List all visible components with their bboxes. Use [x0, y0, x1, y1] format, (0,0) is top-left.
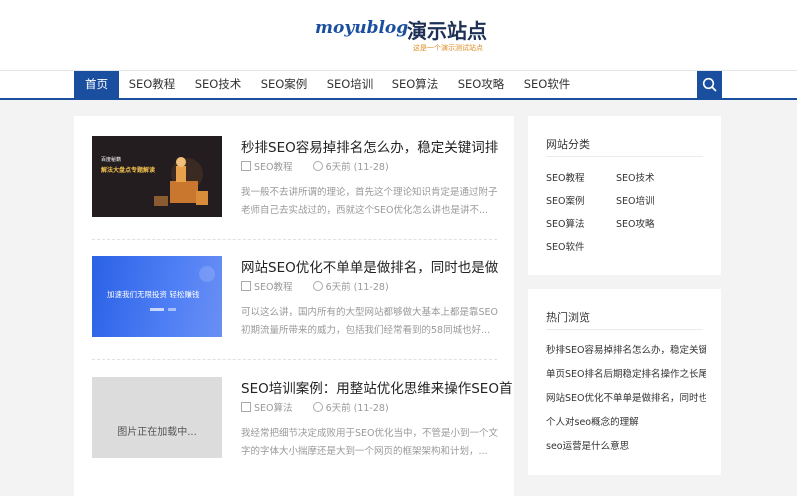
- folder-icon: [241, 281, 251, 291]
- post-title[interactable]: 网站SEO优化不单单是做排名，同时也是做: [241, 256, 498, 276]
- category-link[interactable]: SEO教程: [546, 170, 585, 184]
- post-thumbnail[interactable]: 百度秘籍 解法大盘点专题解读: [92, 136, 222, 217]
- category-link[interactable]: SEO攻略: [616, 216, 655, 230]
- logo-subtitle: 这是一个演示测试站点: [413, 44, 483, 52]
- nav-item-seo-tech[interactable]: SEO技术: [192, 71, 244, 98]
- category-widget: 网站分类 SEO教程 SEO技术 SEO案例 SEO培训 SEO算法 SEO攻略…: [528, 116, 721, 275]
- clock-icon: [312, 281, 323, 291]
- nav-item-seo-guide[interactable]: SEO攻略: [455, 71, 507, 98]
- widget-title: 热门浏览: [546, 311, 590, 324]
- nav-item-seo-software[interactable]: SEO软件: [521, 71, 573, 98]
- folder-icon: [241, 402, 251, 412]
- post-item: 百度秘籍 解法大盘点专题解读 秒排SEO容易掉排名怎么办，稳定关键词排 SEO教…: [92, 136, 498, 240]
- hot-post-link[interactable]: seo运营是什么意思: [546, 438, 706, 452]
- clock-icon: [312, 402, 323, 412]
- search-button[interactable]: [697, 71, 722, 98]
- nav-item-seo-case[interactable]: SEO案例: [258, 71, 310, 98]
- post-meta: SEO教程 6天前 (11-28): [241, 159, 389, 173]
- hot-posts-widget: 热门浏览 秒排SEO容易掉排名怎么办，稳定关键 单页SEO排名后期稳定排名操作之…: [528, 289, 721, 475]
- post-meta: SEO算法 6天前 (11-28): [241, 400, 389, 414]
- post-item: 加速我们无限投资 轻松赚钱 网站SEO优化不单单是做排名，同时也是做 SEO教程…: [92, 256, 499, 360]
- hot-post-link[interactable]: 单页SEO排名后期稳定排名操作之长尾: [546, 366, 706, 380]
- thumbnail-caption-1: 百度秘籍: [101, 157, 122, 163]
- nav-item-seo-training[interactable]: SEO培训: [324, 71, 376, 98]
- post-category[interactable]: SEO教程: [254, 162, 293, 173]
- folder-icon: [241, 161, 251, 171]
- clock-icon: [312, 161, 323, 171]
- category-link[interactable]: SEO技术: [616, 170, 655, 184]
- category-link[interactable]: SEO算法: [546, 216, 585, 230]
- post-time: 6天前 (11-28): [325, 403, 389, 414]
- hot-post-link[interactable]: 网站SEO优化不单单是做排名，同时也: [546, 390, 706, 404]
- thumbnail-illustration: [92, 136, 222, 217]
- post-excerpt: 可以这么讲，国内所有的大型网站都够做大基本上都是靠SEO初期流量所带来的威力，包…: [241, 307, 499, 336]
- post-category[interactable]: SEO教程: [254, 282, 293, 293]
- nav-item-home[interactable]: 首页: [74, 71, 119, 98]
- site-logo[interactable]: moyublog 演示站点 这是一个演示测试站点: [315, 18, 515, 58]
- hot-post-link[interactable]: 个人对seo概念的理解: [546, 414, 706, 428]
- post-time: 6天前 (11-28): [325, 162, 389, 173]
- post-list: 百度秘籍 解法大盘点专题解读 秒排SEO容易掉排名怎么办，稳定关键词排 SEO教…: [74, 116, 514, 496]
- category-link[interactable]: SEO案例: [546, 193, 585, 207]
- hot-post-link[interactable]: 秒排SEO容易掉排名怎么办，稳定关键: [546, 342, 706, 356]
- post-meta: SEO教程 6天前 (11-28): [241, 279, 389, 293]
- main-nav: 首页 SEO教程 SEO技术 SEO案例 SEO培训 SEO算法 SEO攻略 S…: [0, 70, 797, 100]
- category-link[interactable]: SEO培训: [616, 193, 655, 207]
- divider: [546, 329, 703, 330]
- nav-item-seo-tutorial[interactable]: SEO教程: [126, 71, 178, 98]
- divider: [546, 156, 703, 157]
- category-link[interactable]: SEO软件: [546, 239, 585, 253]
- post-excerpt: 我经常把细节决定成败用于SEO优化当中，不管是小到一个文字的字体大小揣摩还是大到…: [241, 428, 499, 457]
- post-thumbnail[interactable]: 加速我们无限投资 轻松赚钱: [92, 256, 222, 337]
- thumbnail-loading-text: 图片正在加载中...: [117, 427, 197, 438]
- post-excerpt: 我一般不去讲所谓的理论，首先这个理论知识肯定是通过附子老师自己去实战过的，西就这…: [241, 187, 498, 216]
- logo-cn-text: 演示站点: [407, 19, 487, 43]
- site-header: moyublog 演示站点 这是一个演示测试站点: [0, 0, 797, 70]
- thumbnail-caption-2: 解法大盘点专题解读: [101, 167, 156, 174]
- nav-item-seo-algorithm[interactable]: SEO算法: [389, 71, 441, 98]
- post-title[interactable]: 秒排SEO容易掉排名怎么办，稳定关键词排: [241, 136, 498, 156]
- post-title[interactable]: SEO培训案例：用整站优化思维来操作SEO首: [241, 377, 512, 397]
- search-icon: [702, 77, 717, 92]
- logo-wordmark: moyublog: [315, 18, 409, 38]
- post-time: 6天前 (11-28): [325, 282, 389, 293]
- post-item: 图片正在加载中... SEO培训案例：用整站优化思维来操作SEO首 SEO算法 …: [92, 377, 512, 480]
- post-thumbnail[interactable]: 图片正在加载中...: [92, 377, 222, 458]
- thumbnail-caption: 加速我们无限投资 轻松赚钱: [107, 290, 200, 299]
- post-category[interactable]: SEO算法: [254, 403, 293, 414]
- widget-title: 网站分类: [546, 138, 590, 151]
